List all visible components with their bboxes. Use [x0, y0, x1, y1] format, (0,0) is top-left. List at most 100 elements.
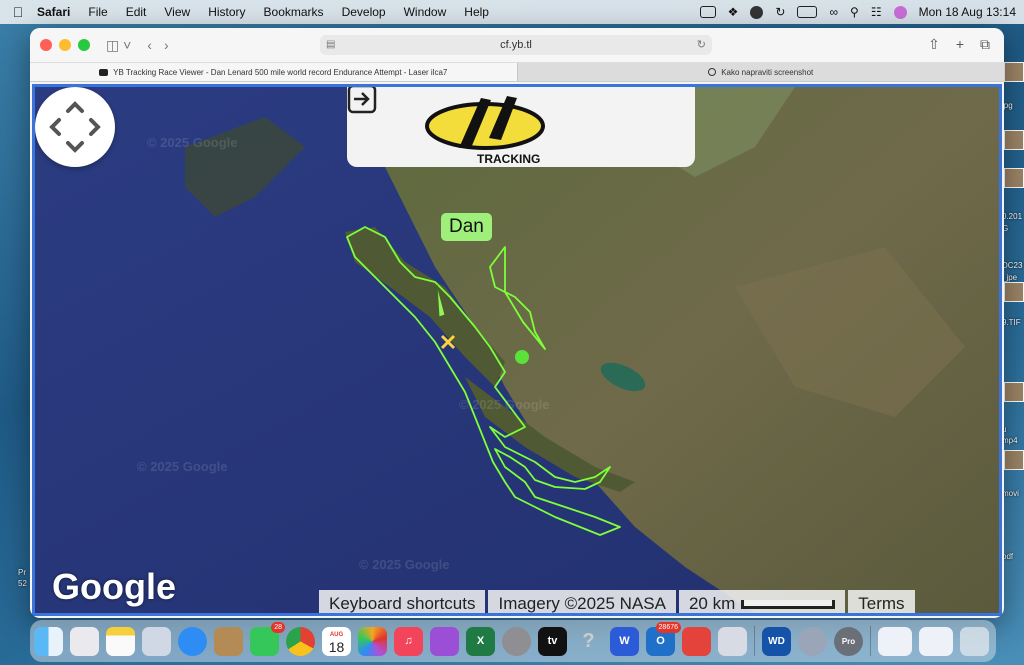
address-bar[interactable]: ▤ cf.yb.tl ↻	[320, 35, 712, 55]
display-icon[interactable]	[699, 6, 716, 18]
desktop-file-label: 0.201	[1002, 212, 1023, 221]
boat-label[interactable]: Dan	[441, 213, 492, 241]
desktop-file-thumb[interactable]	[1004, 130, 1024, 150]
calendar-icon[interactable]: AUG 18	[322, 626, 351, 656]
safari-icon[interactable]	[178, 626, 207, 656]
forward-icon[interactable]: ›	[164, 37, 169, 53]
login-icon[interactable]	[347, 84, 377, 114]
url-text: cf.yb.tl	[500, 39, 532, 51]
page-menu-icon[interactable]: ▤	[326, 35, 335, 55]
tab-screenshot[interactable]: Kako napraviti screenshot	[516, 63, 1004, 81]
anydesk-icon[interactable]	[682, 626, 711, 656]
excel-icon[interactable]: X	[466, 626, 495, 656]
trash-icon[interactable]	[960, 626, 989, 656]
tab-overview-icon[interactable]: ⧉	[980, 36, 990, 53]
share-icon[interactable]: ⇧	[928, 36, 940, 53]
link-icon[interactable]: ∞	[829, 5, 838, 19]
iphone-mirroring-icon[interactable]	[718, 626, 747, 656]
calendar-day: 18	[328, 638, 345, 655]
reload-icon[interactable]: ↻	[697, 35, 706, 55]
battery-icon[interactable]	[797, 6, 818, 18]
spotlight-search-icon[interactable]: ⚲	[850, 5, 859, 19]
time-machine-icon[interactable]: ↻	[775, 5, 785, 19]
close-window-button[interactable]	[40, 39, 52, 51]
desktop-file-label: DC23	[1002, 261, 1023, 270]
race-map[interactable]: © 2025 Google © 2025 Google © 2025 Googl…	[32, 84, 1002, 616]
start-marker[interactable]	[515, 350, 529, 364]
dock: 28 AUG 18 ♫ X tv ? W O 28676 WD Pro	[30, 620, 996, 662]
keyboard-shortcuts-link[interactable]: Keyboard shortcuts	[319, 590, 486, 613]
preview-icon[interactable]	[142, 626, 171, 656]
menu-file[interactable]: File	[88, 5, 107, 19]
downloads-stack-icon[interactable]	[878, 626, 912, 656]
new-tab-icon[interactable]: +	[956, 36, 964, 53]
safari-window: ◫ ˅ ‹ › ▤ cf.yb.tl ↻ ⇧ + ⧉ YB Tracking R…	[30, 28, 1004, 618]
menu-view[interactable]: View	[164, 5, 190, 19]
tab-yb-tracking[interactable]: YB Tracking Race Viewer - Dan Lenard 500…	[30, 63, 517, 81]
pan-control-icon[interactable]	[35, 87, 115, 167]
documents-stack-icon[interactable]	[919, 626, 953, 656]
desktop-left-label: Pr	[18, 568, 26, 577]
menu-develop[interactable]: Develop	[342, 5, 386, 19]
notes-icon[interactable]	[106, 626, 135, 656]
quicktime-icon[interactable]	[798, 626, 827, 656]
apple-menu-icon[interactable]: 	[8, 4, 28, 20]
status-icon[interactable]	[750, 5, 764, 19]
menu-app-name[interactable]: Safari	[37, 5, 70, 19]
tab-title: Kako napraviti screenshot	[721, 67, 814, 77]
music-icon[interactable]: ♫	[394, 626, 423, 656]
menu-help[interactable]: Help	[464, 5, 489, 19]
tab-title: YB Tracking Race Viewer - Dan Lenard 500…	[113, 67, 448, 77]
scale-text: 20 km	[688, 594, 736, 613]
desktop-file-label: jpg	[1002, 101, 1013, 110]
minimize-window-button[interactable]	[59, 39, 71, 51]
map-attribution: Keyboard shortcuts Imagery ©2025 NASA 20…	[319, 590, 915, 613]
messages-icon[interactable]: 28	[250, 621, 285, 656]
desktop-left-label: 52	[18, 579, 27, 588]
word-icon[interactable]: W	[610, 626, 639, 656]
outlook-icon[interactable]: O 28676	[646, 621, 681, 656]
sidebar-toggle-icon[interactable]: ◫ ˅	[106, 37, 131, 54]
desktop-file-label: mp4	[1002, 436, 1018, 445]
desktop-file-thumb[interactable]	[1004, 62, 1024, 82]
dropbox-icon[interactable]: ❖	[728, 5, 739, 19]
menu-window[interactable]: Window	[404, 5, 447, 19]
finder-icon[interactable]	[34, 626, 63, 656]
desktop-file-label: pdf	[1002, 552, 1014, 561]
desktop-file-label: 9.TIF	[1002, 318, 1021, 327]
photos-icon[interactable]	[358, 626, 387, 656]
scale-indicator[interactable]: 20 km	[678, 590, 846, 613]
logo-text: TRACKING	[477, 152, 540, 166]
podcasts-icon[interactable]	[430, 626, 459, 656]
desktop-file-thumb[interactable]	[1004, 382, 1024, 402]
desktop-file-label: movi	[1002, 489, 1019, 498]
siri-icon[interactable]	[893, 5, 907, 19]
system-settings-icon[interactable]	[502, 626, 531, 656]
menu-edit[interactable]: Edit	[126, 5, 147, 19]
globe-favicon-icon	[708, 68, 717, 76]
pro-app-icon[interactable]: Pro	[834, 626, 863, 656]
desktop-file-label: u	[1002, 425, 1007, 434]
window-controls	[40, 39, 90, 51]
tab-bar: YB Tracking Race Viewer - Dan Lenard 500…	[30, 62, 1004, 82]
back-icon[interactable]: ‹	[147, 37, 152, 53]
scale-bar-icon	[741, 600, 836, 610]
desktop-file-thumb[interactable]	[1004, 450, 1024, 470]
imagery-credit: Imagery ©2025 NASA	[488, 590, 676, 613]
launchpad-icon[interactable]	[70, 626, 99, 656]
control-center-icon[interactable]: ☷	[871, 5, 882, 19]
desktop-file-thumb[interactable]	[1004, 282, 1024, 302]
tv-icon[interactable]: tv	[538, 626, 567, 656]
terms-link[interactable]: Terms	[848, 590, 915, 613]
zoom-window-button[interactable]	[78, 39, 90, 51]
desktop-file-thumb[interactable]	[1004, 168, 1024, 188]
chrome-icon[interactable]	[286, 626, 315, 656]
wd-icon[interactable]: WD	[762, 626, 791, 656]
menu-bookmarks[interactable]: Bookmarks	[264, 5, 324, 19]
clock[interactable]: Mon 18 Aug 13:14	[919, 5, 1016, 19]
map-watermark: © 2025 Google	[137, 459, 228, 474]
contacts-icon[interactable]	[214, 626, 243, 656]
menu-history[interactable]: History	[208, 5, 245, 19]
help-icon[interactable]: ?	[574, 627, 603, 656]
map-watermark: © 2025 Google	[359, 557, 450, 572]
